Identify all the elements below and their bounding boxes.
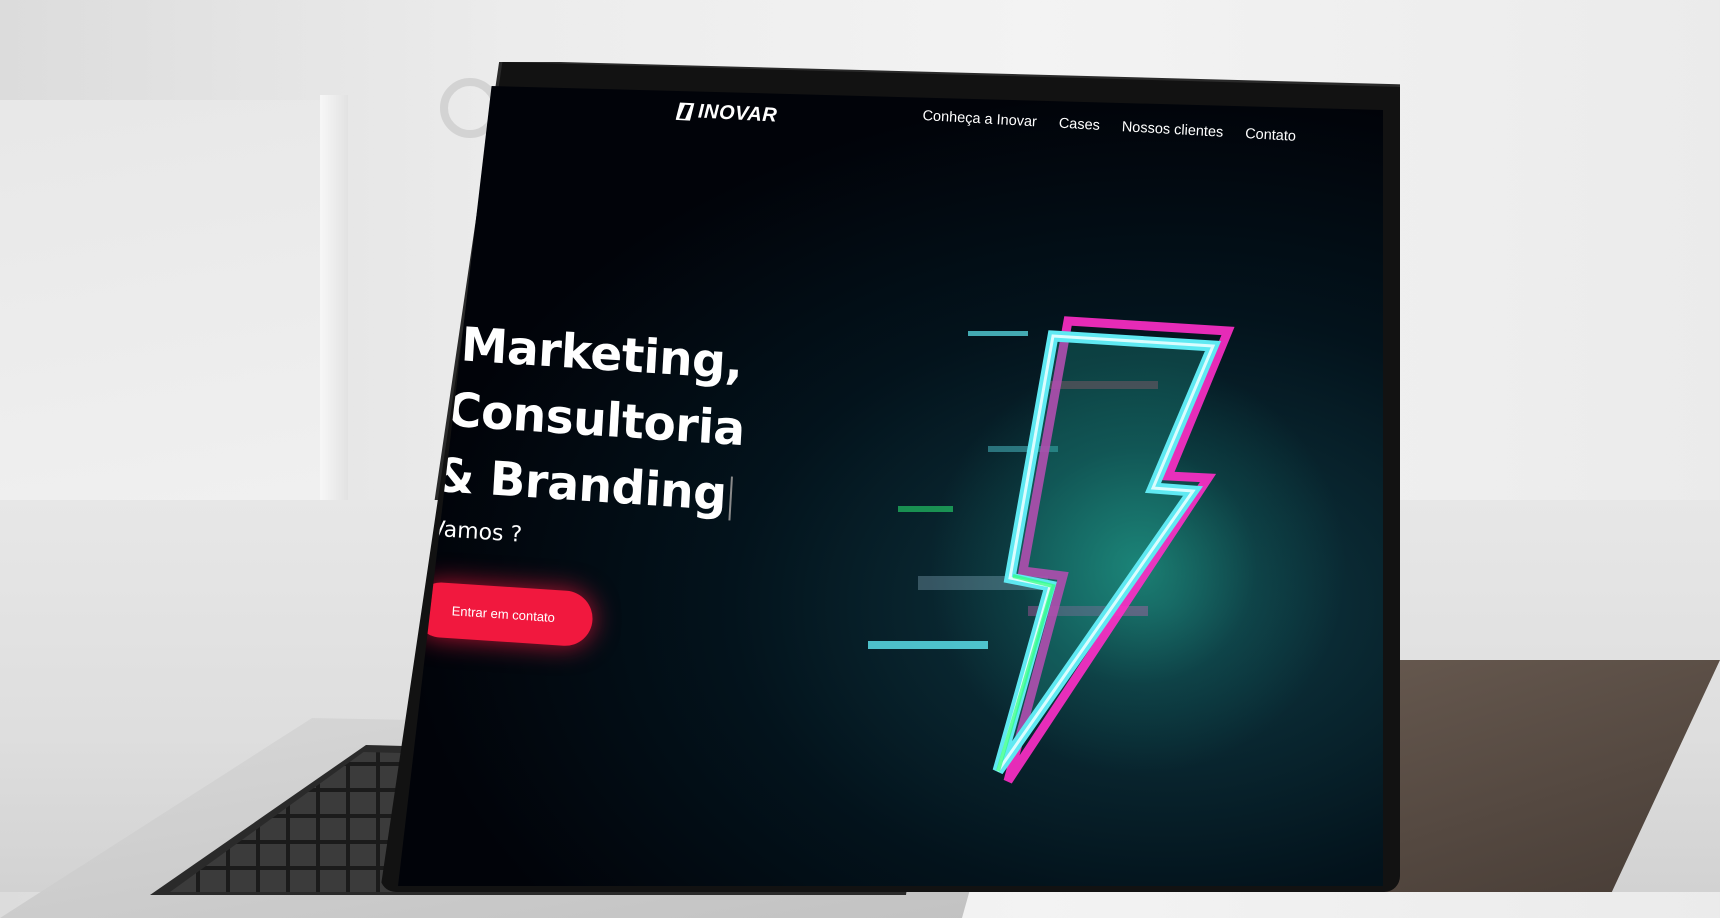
brand-logo[interactable]: INOVAR — [675, 99, 778, 127]
inovar-logo-mark-icon — [676, 102, 695, 121]
window-frame — [320, 95, 348, 515]
laptop: INOVAR Conheça a Inovar Cases Nossos cli… — [380, 62, 1400, 892]
nav-link-cases[interactable]: Cases — [1058, 116, 1100, 134]
website-screen: INOVAR Conheça a Inovar Cases Nossos cli… — [398, 86, 1383, 886]
glitch-lightning-bolt-icon — [838, 226, 1383, 786]
contact-cta-button[interactable]: Entrar em contato — [412, 580, 595, 648]
hero-title-line-3-text: & Branding — [431, 447, 728, 523]
nav-link-contato[interactable]: Contato — [1245, 126, 1297, 145]
nav-link-conheca[interactable]: Conheça a Inovar — [922, 108, 1037, 130]
hero-section: Marketing, Consultoria & Branding Vamos … — [412, 311, 750, 657]
window-pane — [0, 100, 330, 500]
bolt-graphic — [868, 316, 1235, 784]
nav-link-nossos-clientes[interactable]: Nossos clientes — [1121, 119, 1223, 141]
logo-text: INOVAR — [697, 100, 778, 127]
typing-cursor — [728, 475, 734, 521]
nav-links: Conheça a Inovar Cases Nossos clientes C… — [922, 108, 1296, 145]
